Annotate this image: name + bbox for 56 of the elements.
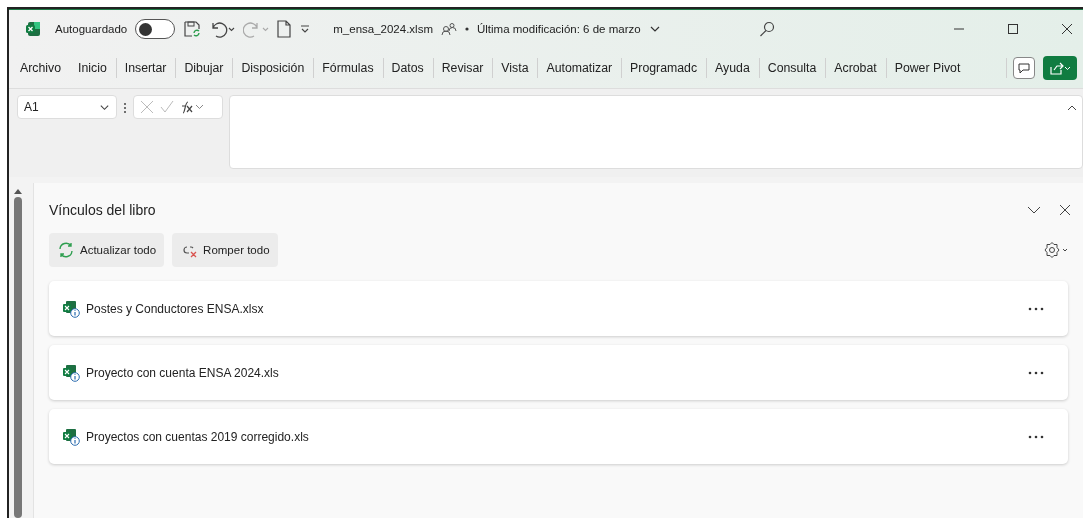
ribbon-tab[interactable]: Ayuda: [707, 61, 759, 75]
ribbon-tab[interactable]: Inicio: [70, 61, 116, 75]
ribbon-tab[interactable]: Archivo: [12, 61, 70, 75]
ribbon-tab[interactable]: Revisar: [433, 61, 493, 75]
file-name: m_ensa_2024.xlsm: [333, 23, 433, 35]
more-options-icon[interactable]: [123, 102, 127, 114]
more-icon[interactable]: [1028, 306, 1044, 311]
share-icon: [1049, 61, 1071, 75]
ribbon-tab[interactable]: Automatizar: [538, 61, 622, 75]
link-file-name: Proyecto con cuenta ENSA 2024.xls: [86, 365, 279, 380]
undo-icon[interactable]: [209, 20, 236, 38]
ribbon-tab[interactable]: Consulta: [759, 61, 826, 75]
ribbon-tab[interactable]: Programadc: [622, 61, 707, 75]
break-all-button[interactable]: Romper todo: [172, 233, 278, 267]
insert-function-icon[interactable]: [180, 99, 204, 115]
ribbon-tab[interactable]: Disposición: [233, 61, 314, 75]
link-file-name: Proyectos con cuentas 2019 corregido.xls: [86, 429, 309, 444]
refresh-icon: [57, 241, 75, 259]
comment-icon: [1017, 61, 1031, 75]
scroll-up-icon[interactable]: [13, 187, 23, 195]
excel-file-info-icon: [62, 427, 80, 446]
search-icon[interactable]: [758, 21, 775, 37]
excel-file-info-icon: [62, 363, 80, 382]
ribbon-tab[interactable]: Power Pivot: [886, 61, 970, 75]
more-icon[interactable]: [1028, 370, 1044, 375]
ribbon-tab[interactable]: Acrobat: [826, 61, 886, 75]
link-card[interactable]: Proyecto con cuenta ENSA 2024.xls: [49, 345, 1068, 400]
close-icon[interactable]: [1059, 204, 1071, 216]
ribbon-tab[interactable]: Datos: [383, 61, 433, 75]
customize-caret-icon[interactable]: [299, 23, 312, 35]
link-card[interactable]: Postes y Conductores ENSA.xlsx: [49, 281, 1068, 336]
maximize-icon[interactable]: [1007, 23, 1019, 35]
close-icon[interactable]: [1061, 23, 1073, 35]
save-icon[interactable]: [183, 20, 202, 38]
collapse-icon[interactable]: [1067, 103, 1077, 113]
panel-title: Vínculos del libro: [49, 202, 156, 218]
separator-dot-icon: [465, 27, 469, 31]
people-icon: [441, 22, 457, 36]
autosave-label: Autoguardado: [55, 23, 128, 35]
excel-logo-icon: [25, 21, 41, 37]
formula-input[interactable]: [229, 95, 1083, 169]
comments-button[interactable]: [1013, 57, 1035, 79]
ribbon-tab[interactable]: Dibujar: [176, 61, 233, 75]
refresh-all-button[interactable]: Actualizar todo: [49, 233, 165, 267]
link-card[interactable]: Proyectos con cuentas 2019 corregido.xls: [49, 409, 1068, 464]
share-button[interactable]: [1043, 56, 1077, 80]
excel-file-info-icon: [62, 299, 80, 318]
ribbon-tab[interactable]: Vista: [493, 61, 538, 75]
new-file-icon[interactable]: [277, 20, 292, 38]
ribbon-tab[interactable]: Fórmulas: [314, 61, 383, 75]
ribbon-tab[interactable]: Insertar: [116, 61, 176, 75]
last-modified-text[interactable]: Última modificación: 6 de marzo: [477, 23, 641, 35]
name-box[interactable]: A1: [17, 95, 117, 119]
more-icon[interactable]: [1028, 434, 1044, 439]
autosave-toggle[interactable]: [135, 19, 176, 39]
link-file-name: Postes y Conductores ENSA.xlsx: [86, 301, 264, 316]
